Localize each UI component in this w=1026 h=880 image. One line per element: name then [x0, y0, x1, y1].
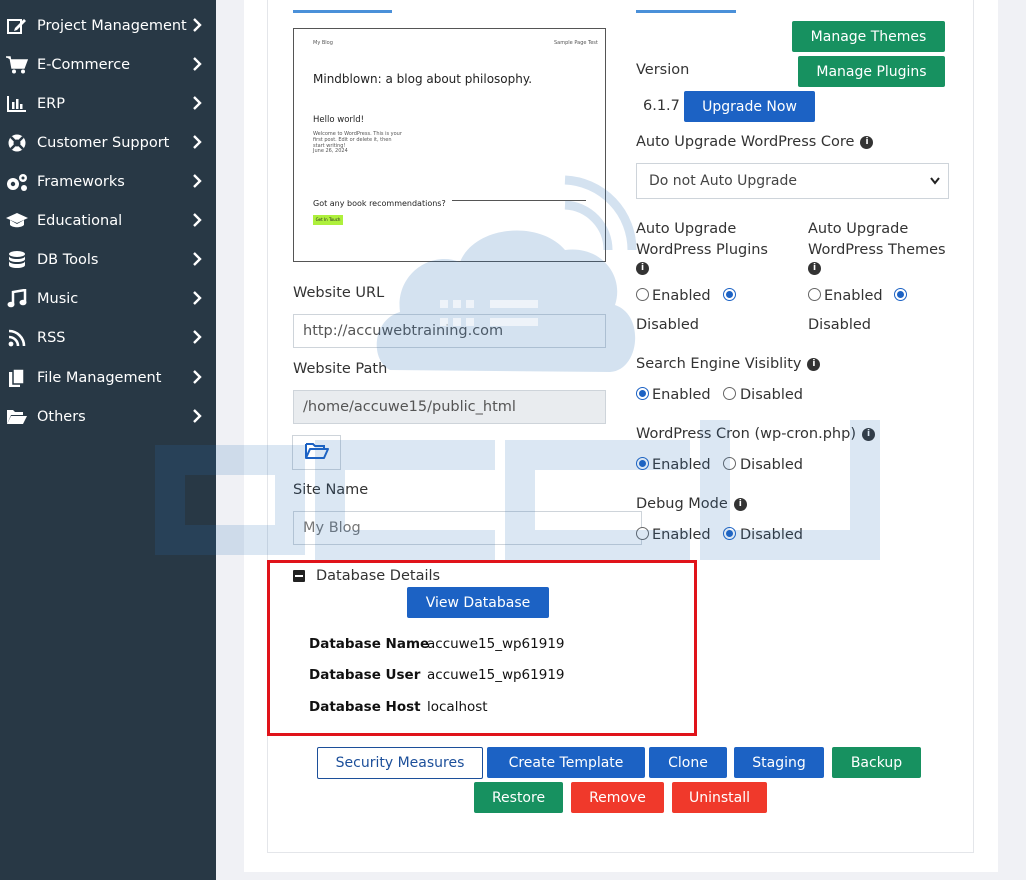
life-ring-icon — [5, 133, 29, 153]
chevron-right-icon — [193, 18, 202, 36]
gears-icon — [5, 172, 29, 192]
database-details-title: Database Details — [316, 568, 441, 584]
upgrade-now-button[interactable]: Upgrade Now — [684, 91, 815, 122]
chevron-right-icon — [193, 213, 202, 231]
sidebar-item-customer-support[interactable]: Customer Support — [0, 123, 216, 162]
search-engine-disabled-radio[interactable] — [723, 387, 736, 400]
info-icon[interactable]: i — [733, 497, 747, 511]
site-name-label: Site Name — [293, 482, 369, 498]
edit-icon — [5, 17, 29, 35]
tab-indicator-left — [293, 10, 392, 13]
wp-cron-disabled-radio[interactable] — [723, 457, 736, 470]
database-name-value: accuwe15_wp61919 — [427, 636, 565, 652]
sidebar-item-db-tools[interactable]: DB Tools — [0, 240, 216, 279]
info-icon[interactable]: i — [808, 262, 821, 275]
info-icon[interactable]: i — [807, 357, 821, 371]
backup-button[interactable]: Backup — [832, 747, 921, 778]
search-engine-label: Search Engine Visiblity i — [636, 356, 821, 372]
remove-button[interactable]: Remove — [571, 782, 664, 813]
auto-upgrade-core-label: Auto Upgrade WordPress Core i — [636, 134, 874, 150]
database-user-value: accuwe15_wp61919 — [427, 667, 565, 683]
music-icon — [5, 288, 29, 309]
auto-upgrade-core-select[interactable]: Do not Auto Upgrade — [636, 163, 949, 199]
website-path-field[interactable]: /home/accuwe15/public_html — [293, 390, 606, 424]
info-icon[interactable]: i — [860, 135, 874, 149]
plugins-disabled-radio[interactable] — [723, 288, 736, 301]
database-user-label: Database User — [309, 667, 421, 683]
sidebar: Project Management E-Commerce ERP Custom… — [0, 0, 216, 880]
sidebar-item-erp[interactable]: ERP — [0, 84, 216, 123]
folder-open-icon — [304, 442, 329, 464]
view-database-button[interactable]: View Database — [407, 587, 549, 618]
chevron-right-icon — [193, 370, 202, 388]
graduation-cap-icon — [5, 212, 29, 230]
website-url-label: Website URL — [293, 285, 385, 301]
version-value: 6.1.7 — [643, 98, 680, 114]
plugins-enabled-radio[interactable] — [636, 288, 649, 301]
wp-cron-enabled-radio[interactable] — [636, 457, 649, 470]
database-host-value: localhost — [427, 699, 488, 715]
debug-mode-label: Debug Mode i — [636, 496, 747, 512]
debug-disabled-radio[interactable] — [723, 527, 736, 540]
chevron-right-icon — [193, 330, 202, 348]
sidebar-item-project-management[interactable]: Project Management — [0, 6, 216, 45]
sidebar-item-others[interactable]: Others — [0, 397, 216, 436]
chevron-down-icon — [930, 175, 940, 191]
folder-open-icon — [5, 409, 29, 425]
sidebar-item-music[interactable]: Music — [0, 279, 216, 318]
sidebar-item-rss[interactable]: RSS — [0, 318, 216, 357]
website-path-label: Website Path — [293, 361, 388, 377]
sidebar-item-educational[interactable]: Educational — [0, 201, 216, 240]
chevron-right-icon — [193, 291, 202, 309]
collapse-icon[interactable] — [293, 570, 305, 582]
sidebar-item-e-commerce[interactable]: E-Commerce — [0, 45, 216, 84]
search-engine-enabled-radio[interactable] — [636, 387, 649, 400]
info-icon[interactable]: i — [636, 262, 649, 275]
info-icon[interactable]: i — [861, 427, 875, 441]
wp-cron-label: WordPress Cron (wp-cron.php) i — [636, 426, 875, 442]
debug-enabled-radio[interactable] — [636, 527, 649, 540]
chevron-right-icon — [193, 96, 202, 114]
uninstall-button[interactable]: Uninstall — [672, 782, 767, 813]
files-icon — [5, 367, 29, 388]
chevron-right-icon — [193, 252, 202, 270]
chevron-right-icon — [193, 135, 202, 153]
database-name-label: Database Name — [309, 636, 430, 652]
browse-folder-button[interactable] — [292, 435, 341, 470]
site-preview-thumbnail: My Blog Sample Page Test Mindblown: a bl… — [293, 28, 606, 262]
database-icon — [5, 250, 29, 270]
manage-plugins-button[interactable]: Manage Plugins — [798, 56, 945, 87]
site-name-field[interactable]: My Blog — [293, 511, 642, 545]
chevron-right-icon — [193, 174, 202, 192]
chevron-right-icon — [193, 57, 202, 75]
restore-button[interactable]: Restore — [474, 782, 563, 813]
website-url-field[interactable]: http://accuwebtraining.com — [293, 314, 606, 348]
rss-icon — [5, 329, 29, 347]
manage-themes-button[interactable]: Manage Themes — [792, 21, 945, 52]
sidebar-item-file-management[interactable]: File Management — [0, 358, 216, 397]
themes-disabled-radio[interactable] — [894, 288, 907, 301]
bar-chart-icon — [5, 95, 29, 112]
database-host-label: Database Host — [309, 699, 421, 715]
themes-enabled-radio[interactable] — [808, 288, 821, 301]
security-measures-button[interactable]: Security Measures — [317, 747, 483, 779]
cart-icon — [5, 55, 29, 74]
staging-button[interactable]: Staging — [734, 747, 824, 778]
sidebar-item-frameworks[interactable]: Frameworks — [0, 162, 216, 201]
version-label: Version — [636, 62, 690, 78]
tab-indicator-right — [636, 10, 736, 13]
clone-button[interactable]: Clone — [649, 747, 727, 778]
chevron-right-icon — [193, 409, 202, 427]
create-template-button[interactable]: Create Template — [487, 747, 645, 778]
